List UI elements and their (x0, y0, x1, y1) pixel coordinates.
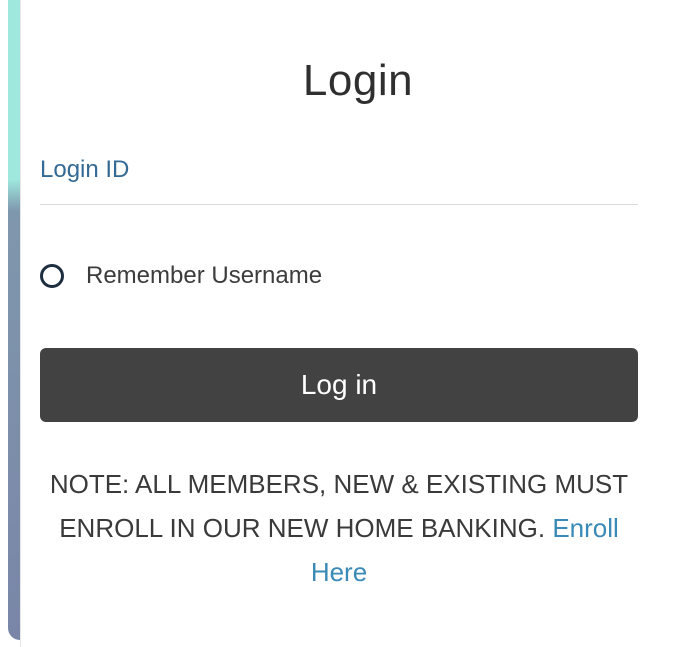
enrollment-note-text: NOTE: ALL MEMBERS, NEW & EXISTING MUST E… (49, 469, 629, 543)
enrollment-note: NOTE: ALL MEMBERS, NEW & EXISTING MUST E… (40, 462, 638, 594)
page-title: Login (302, 56, 414, 105)
login-id-input[interactable] (40, 150, 642, 204)
radio-circle-icon[interactable] (40, 264, 64, 288)
remember-username-label: Remember Username (86, 262, 323, 289)
login-button[interactable]: Log in (40, 348, 638, 422)
login-id-underline (40, 204, 638, 205)
remember-username-toggle[interactable]: Remember Username (40, 262, 322, 290)
